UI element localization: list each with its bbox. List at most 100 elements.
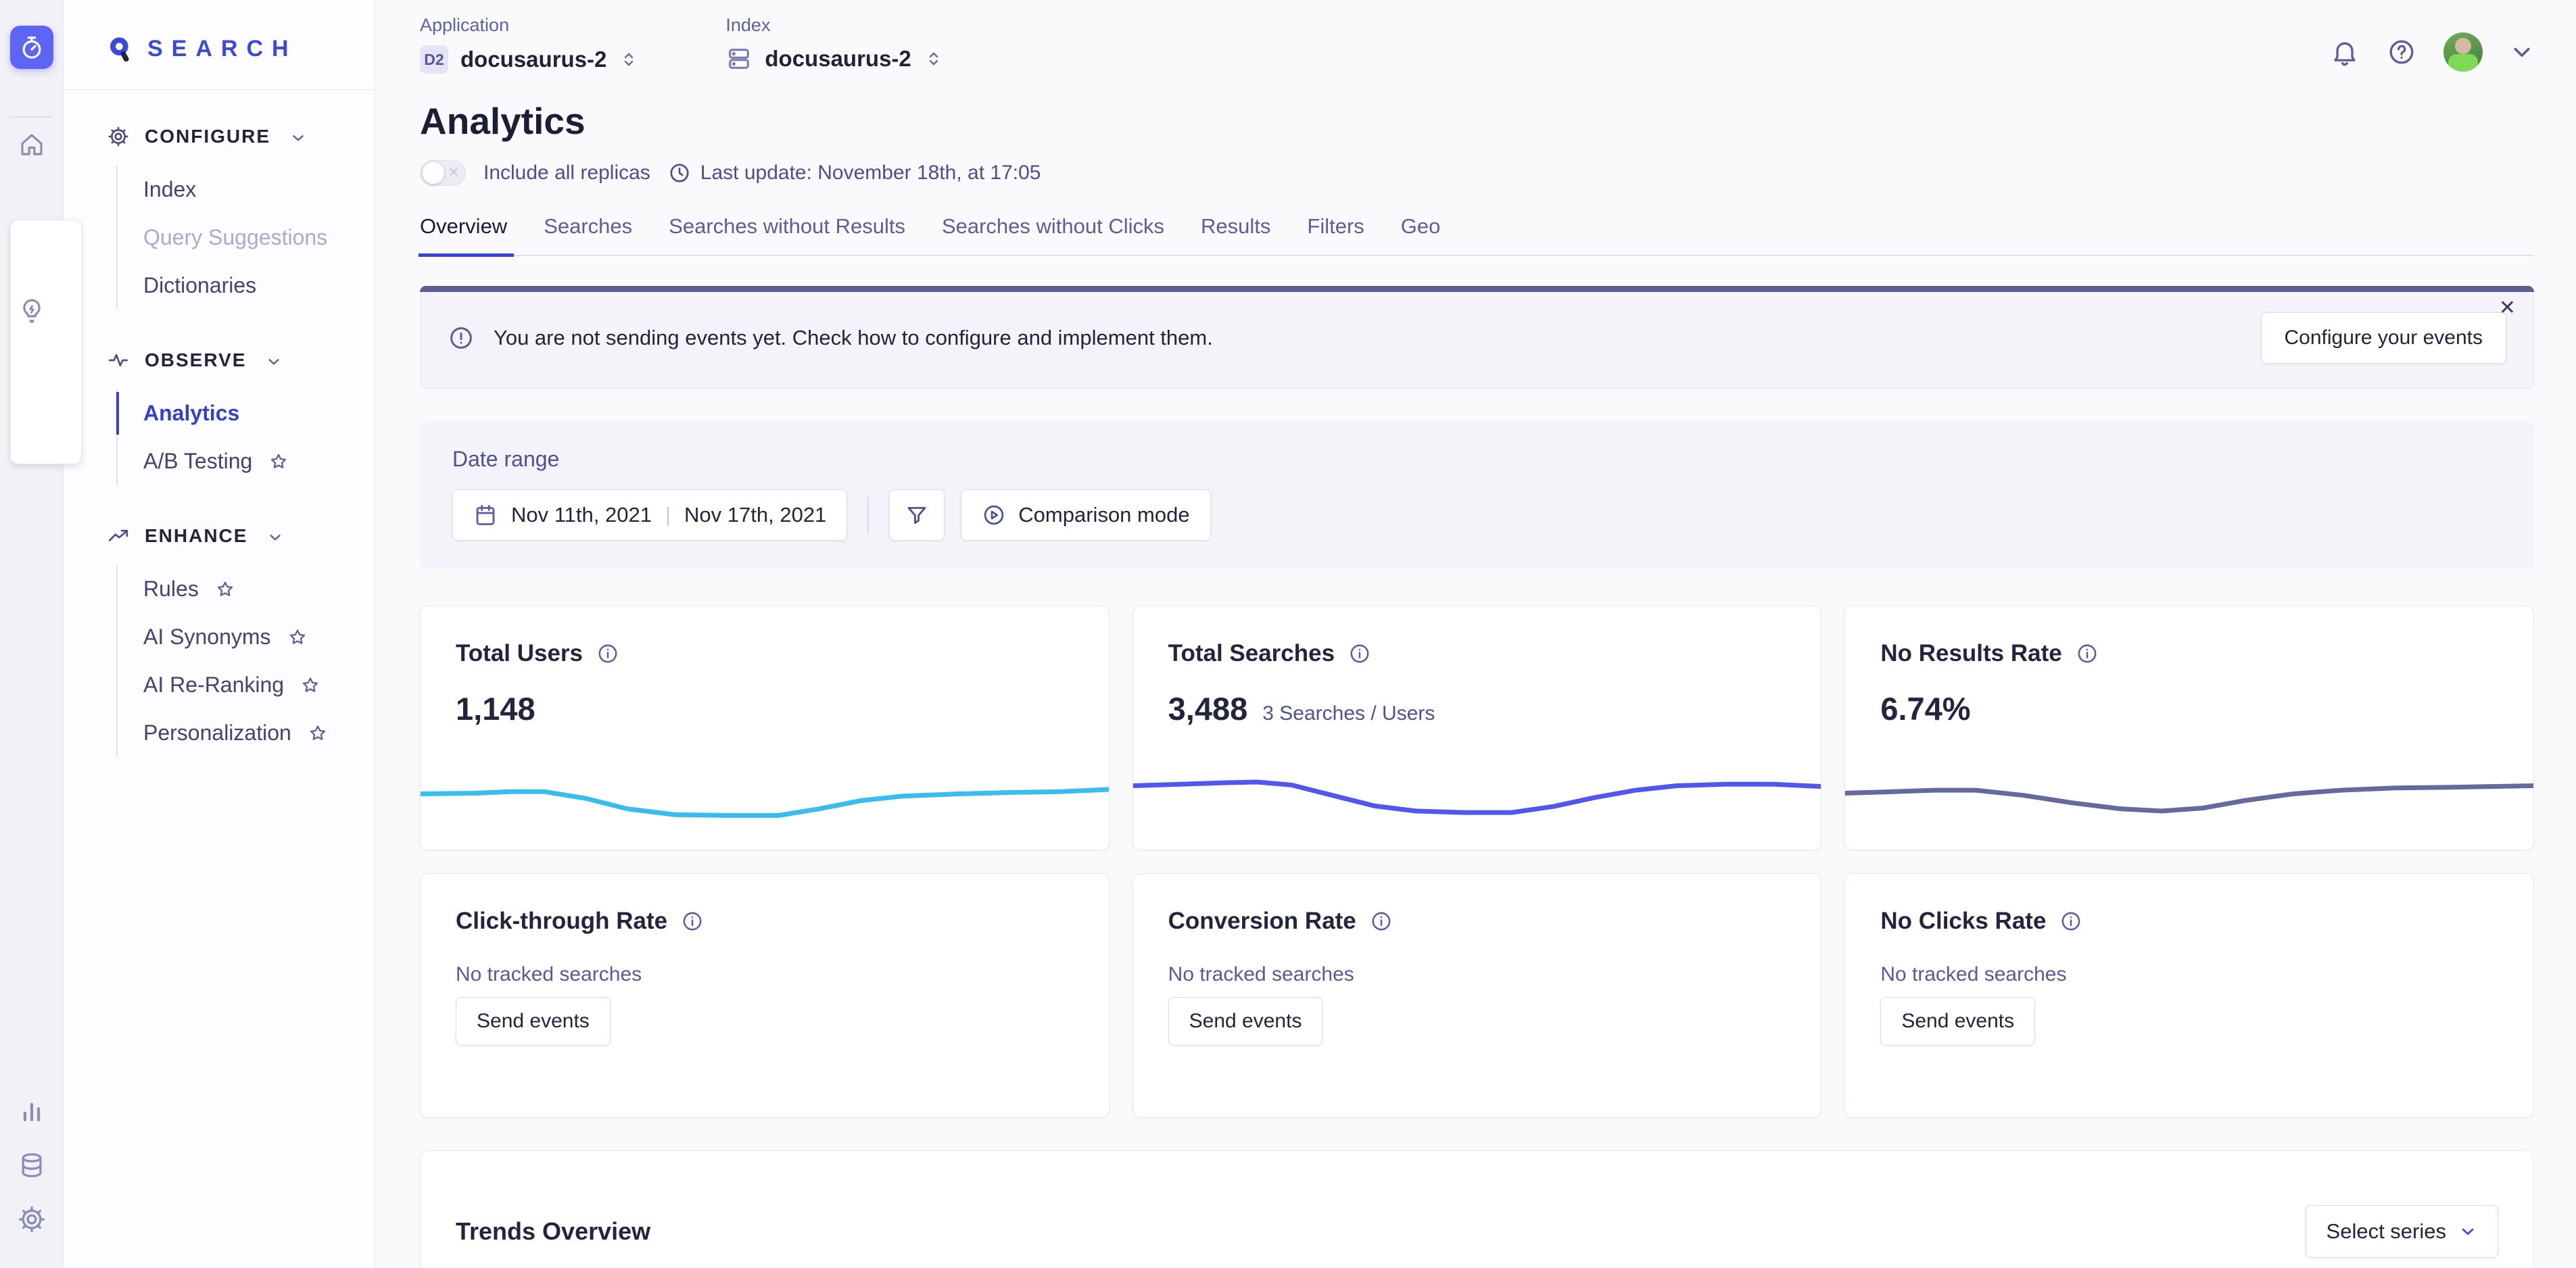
star-icon[interactable] [308,723,328,743]
info-icon[interactable] [681,910,704,933]
index-value: docusaurus-2 [765,46,911,72]
comparison-mode-button[interactable]: Comparison mode [961,489,1210,541]
tab-bar: Overview Searches Searches without Resul… [420,214,2534,256]
star-icon[interactable] [300,675,320,696]
tab-results[interactable]: Results [1201,214,1270,255]
filter-funnel-button[interactable] [889,489,945,541]
trends-overview-card: Trends Overview Select series [420,1150,2534,1268]
sidebar-section-configure: CONFIGURE Index Query Suggestions Dictio… [64,125,375,310]
star-icon[interactable] [215,579,235,600]
card-title: No Clicks Rate [1880,908,2046,935]
sidebar-item-ai-synonyms[interactable]: AI Synonyms [118,613,375,661]
notifications-bell-icon[interactable] [2330,37,2360,67]
chevron-down-icon [2458,1222,2477,1241]
date-range-button[interactable]: Nov 11th, 2021 | Nov 17th, 2021 [452,489,847,541]
card-title: Total Searches [1168,640,1335,667]
search-icon[interactable] [10,220,82,464]
tab-searches-without-results[interactable]: Searches without Results [669,214,905,255]
trend-up-icon [107,525,130,547]
card-value: 3,488 [1168,690,1248,727]
card-value: 1,148 [456,690,535,727]
chevron-down-icon [289,129,307,147]
application-selector[interactable]: D2 docusaurus-2 [420,45,639,74]
star-icon[interactable] [268,452,289,472]
last-update-text: Last update: November 18th, at 17:05 [700,162,1041,185]
pulse-icon [107,349,130,372]
sidebar-item-analytics[interactable]: Analytics [118,389,375,437]
sidebar-section-header-observe[interactable]: OBSERVE [64,349,375,372]
account-chevron-down-icon[interactable] [2510,40,2534,64]
index-selector-group: Index docusaurus-2 [725,15,943,72]
tab-filters[interactable]: Filters [1307,214,1364,255]
help-icon[interactable] [2387,37,2416,67]
info-icon[interactable] [2059,910,2082,933]
sidebar-item-ab-testing[interactable]: A/B Testing [118,437,375,485]
include-replicas-label: Include all replicas [483,162,650,185]
include-replicas-toggle[interactable]: ✕ [420,160,466,186]
card-title: Conversion Rate [1168,908,1356,935]
section-label: CONFIGURE [145,126,270,147]
section-label: ENHANCE [145,525,247,547]
sidebar-section-observe: OBSERVE Analytics A/B Testing [64,349,375,485]
send-events-button[interactable]: Send events [456,997,611,1046]
star-icon[interactable] [287,627,308,648]
sidebar-section-header-enhance[interactable]: ENHANCE [64,525,375,547]
sidebar-item-rules[interactable]: Rules [118,565,375,613]
controls-divider [867,496,869,534]
sidebar-item-personalization[interactable]: Personalization [118,709,375,757]
date-end: Nov 17th, 2021 [684,503,826,527]
gear-icon[interactable] [10,1198,53,1241]
tab-searches-without-clicks[interactable]: Searches without Clicks [942,214,1164,255]
card-status: No tracked searches [456,963,1074,986]
total-searches-sparkline [1133,752,1821,827]
tab-searches[interactable]: Searches [544,214,632,255]
sidebar-item-ai-re-ranking[interactable]: AI Re-Ranking [118,661,375,709]
close-icon[interactable]: ✕ [2499,296,2516,320]
select-series-button[interactable]: Select series [2306,1205,2498,1258]
chevron-down-icon [266,529,284,546]
lightbulb-flash-icon[interactable] [10,289,53,333]
icon-rail [0,0,64,1268]
info-icon[interactable] [2076,642,2099,665]
conversion-rate-card: Conversion Rate No tracked searches Send… [1132,873,1822,1118]
events-banner: You are not sending events yet. Check ho… [420,286,2534,389]
info-icon[interactable] [596,642,619,665]
page-title: Analytics [420,99,2534,143]
avatar[interactable] [2443,32,2483,72]
topbar-actions [2330,15,2534,72]
date-range-panel: Date range Nov 11th, 2021 | Nov 17th, 20… [420,421,2534,569]
sidebar-section-header-configure[interactable]: CONFIGURE [64,125,375,148]
toggle-off-x-icon: ✕ [448,165,459,180]
application-badge: D2 [420,45,448,74]
gear-icon [107,125,130,148]
section-label: OBSERVE [145,349,246,371]
configure-events-button[interactable]: Configure your events [2261,312,2507,364]
card-title: Total Users [456,640,583,667]
index-label: Index [725,15,943,36]
banner-message: You are not sending events yet. Check ho… [494,326,1213,350]
circle-play-icon [982,503,1006,527]
card-value: 6.74% [1880,690,1970,727]
no-clicks-rate-card: No Clicks Rate No tracked searches Send … [1844,873,2534,1118]
sidebar-item-dictionaries[interactable]: Dictionaries [118,262,375,310]
no-results-rate-card: No Results Rate 6.74% [1844,606,2534,850]
timer-icon[interactable] [10,26,53,69]
bar-chart-icon[interactable] [10,1090,53,1133]
stat-cards-row-2: Click-through Rate No tracked searches S… [420,873,2534,1118]
send-events-button[interactable]: Send events [1880,997,2035,1046]
sidebar-item-query-suggestions[interactable]: Query Suggestions [118,214,375,262]
application-label: Application [420,15,639,36]
sidebar-item-index[interactable]: Index [118,166,375,214]
product-logo[interactable]: SEARCH [64,0,375,90]
card-status: No tracked searches [1880,963,2498,986]
database-icon[interactable] [10,1144,53,1187]
index-selector[interactable]: docusaurus-2 [725,45,943,72]
toggle-knob [423,162,444,184]
tab-overview[interactable]: Overview [420,214,507,255]
send-events-button[interactable]: Send events [1168,997,1323,1046]
info-icon[interactable] [1370,910,1393,933]
info-icon[interactable] [1348,642,1371,665]
calendar-icon [473,503,498,527]
tab-geo[interactable]: Geo [1401,214,1441,255]
home-icon[interactable] [10,123,53,166]
